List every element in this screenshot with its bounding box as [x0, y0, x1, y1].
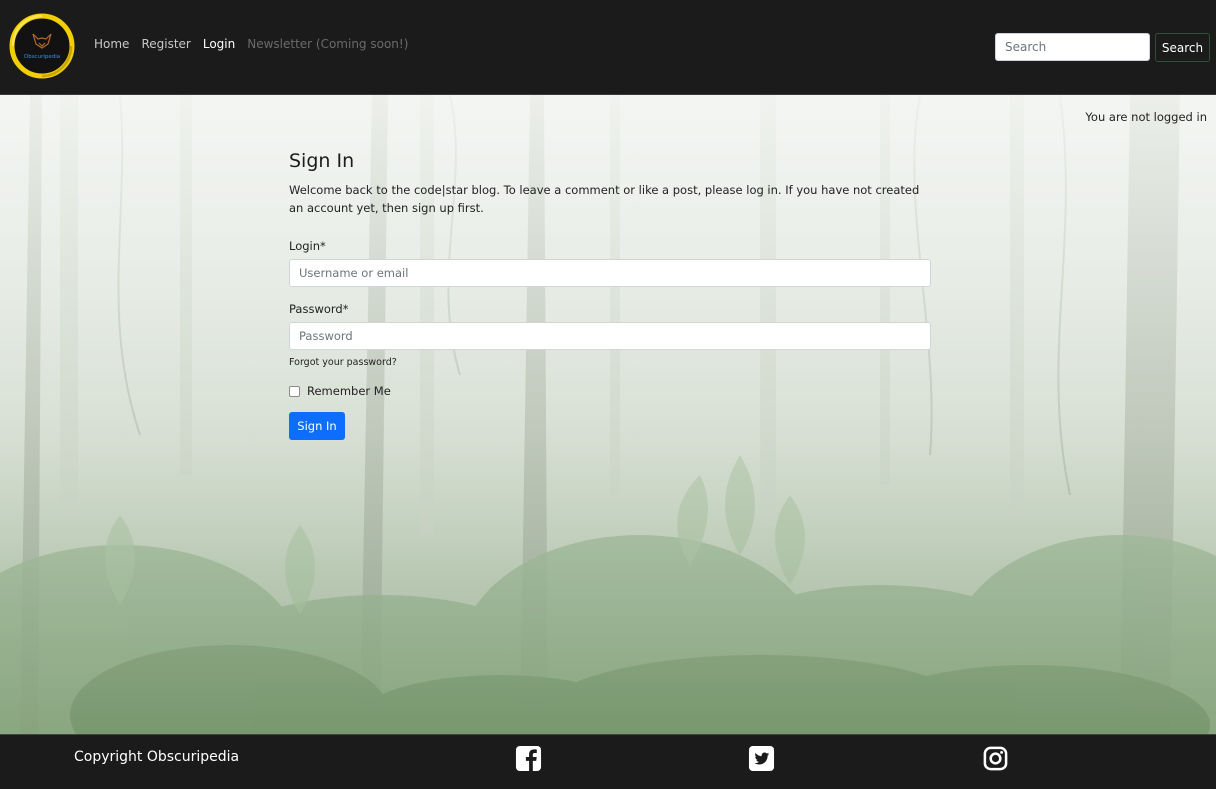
twitter-icon[interactable] — [748, 745, 775, 772]
signin-button[interactable]: Sign In — [289, 412, 345, 440]
forgot-password-link[interactable]: Forgot your password? — [289, 357, 931, 368]
search-input[interactable] — [995, 33, 1150, 61]
remember-me-label[interactable]: Remember Me — [307, 384, 391, 398]
password-label: Password* — [289, 302, 349, 316]
footer: Copyright Obscuripedia — [0, 734, 1216, 789]
main-nav: Home Register Login Newsletter (Coming s… — [94, 37, 408, 51]
password-input[interactable] — [289, 322, 931, 350]
login-label: Login* — [289, 239, 326, 253]
remember-me-checkbox[interactable] — [289, 385, 300, 397]
login-input[interactable] — [289, 259, 931, 287]
copyright-text: Copyright Obscuripedia — [74, 749, 240, 765]
search-button[interactable]: Search — [1155, 33, 1210, 62]
obscuripedia-logo[interactable]: Obscuripedia — [9, 12, 75, 80]
nav-link-home[interactable]: Home — [94, 37, 129, 51]
facebook-icon[interactable] — [515, 745, 542, 772]
page-title: Sign In — [289, 150, 355, 172]
remember-me-row: Remember Me — [289, 384, 931, 398]
nav-link-newsletter: Newsletter (Coming soon!) — [247, 37, 409, 51]
navbar: Obscuripedia Home Register Login Newslet… — [0, 0, 1216, 95]
svg-text:Obscuripedia: Obscuripedia — [24, 54, 60, 60]
signin-form: Sign In Welcome back to the code|star bl… — [289, 150, 931, 440]
nav-link-register[interactable]: Register — [141, 37, 190, 51]
instagram-icon[interactable] — [982, 745, 1009, 772]
login-status-text: You are not logged in — [1085, 110, 1207, 124]
main-content: You are not logged in Sign In Welcome ba… — [0, 95, 1216, 734]
nav-link-login[interactable]: Login — [203, 37, 235, 51]
signin-intro-text: Welcome back to the code|star blog. To l… — [289, 183, 920, 215]
